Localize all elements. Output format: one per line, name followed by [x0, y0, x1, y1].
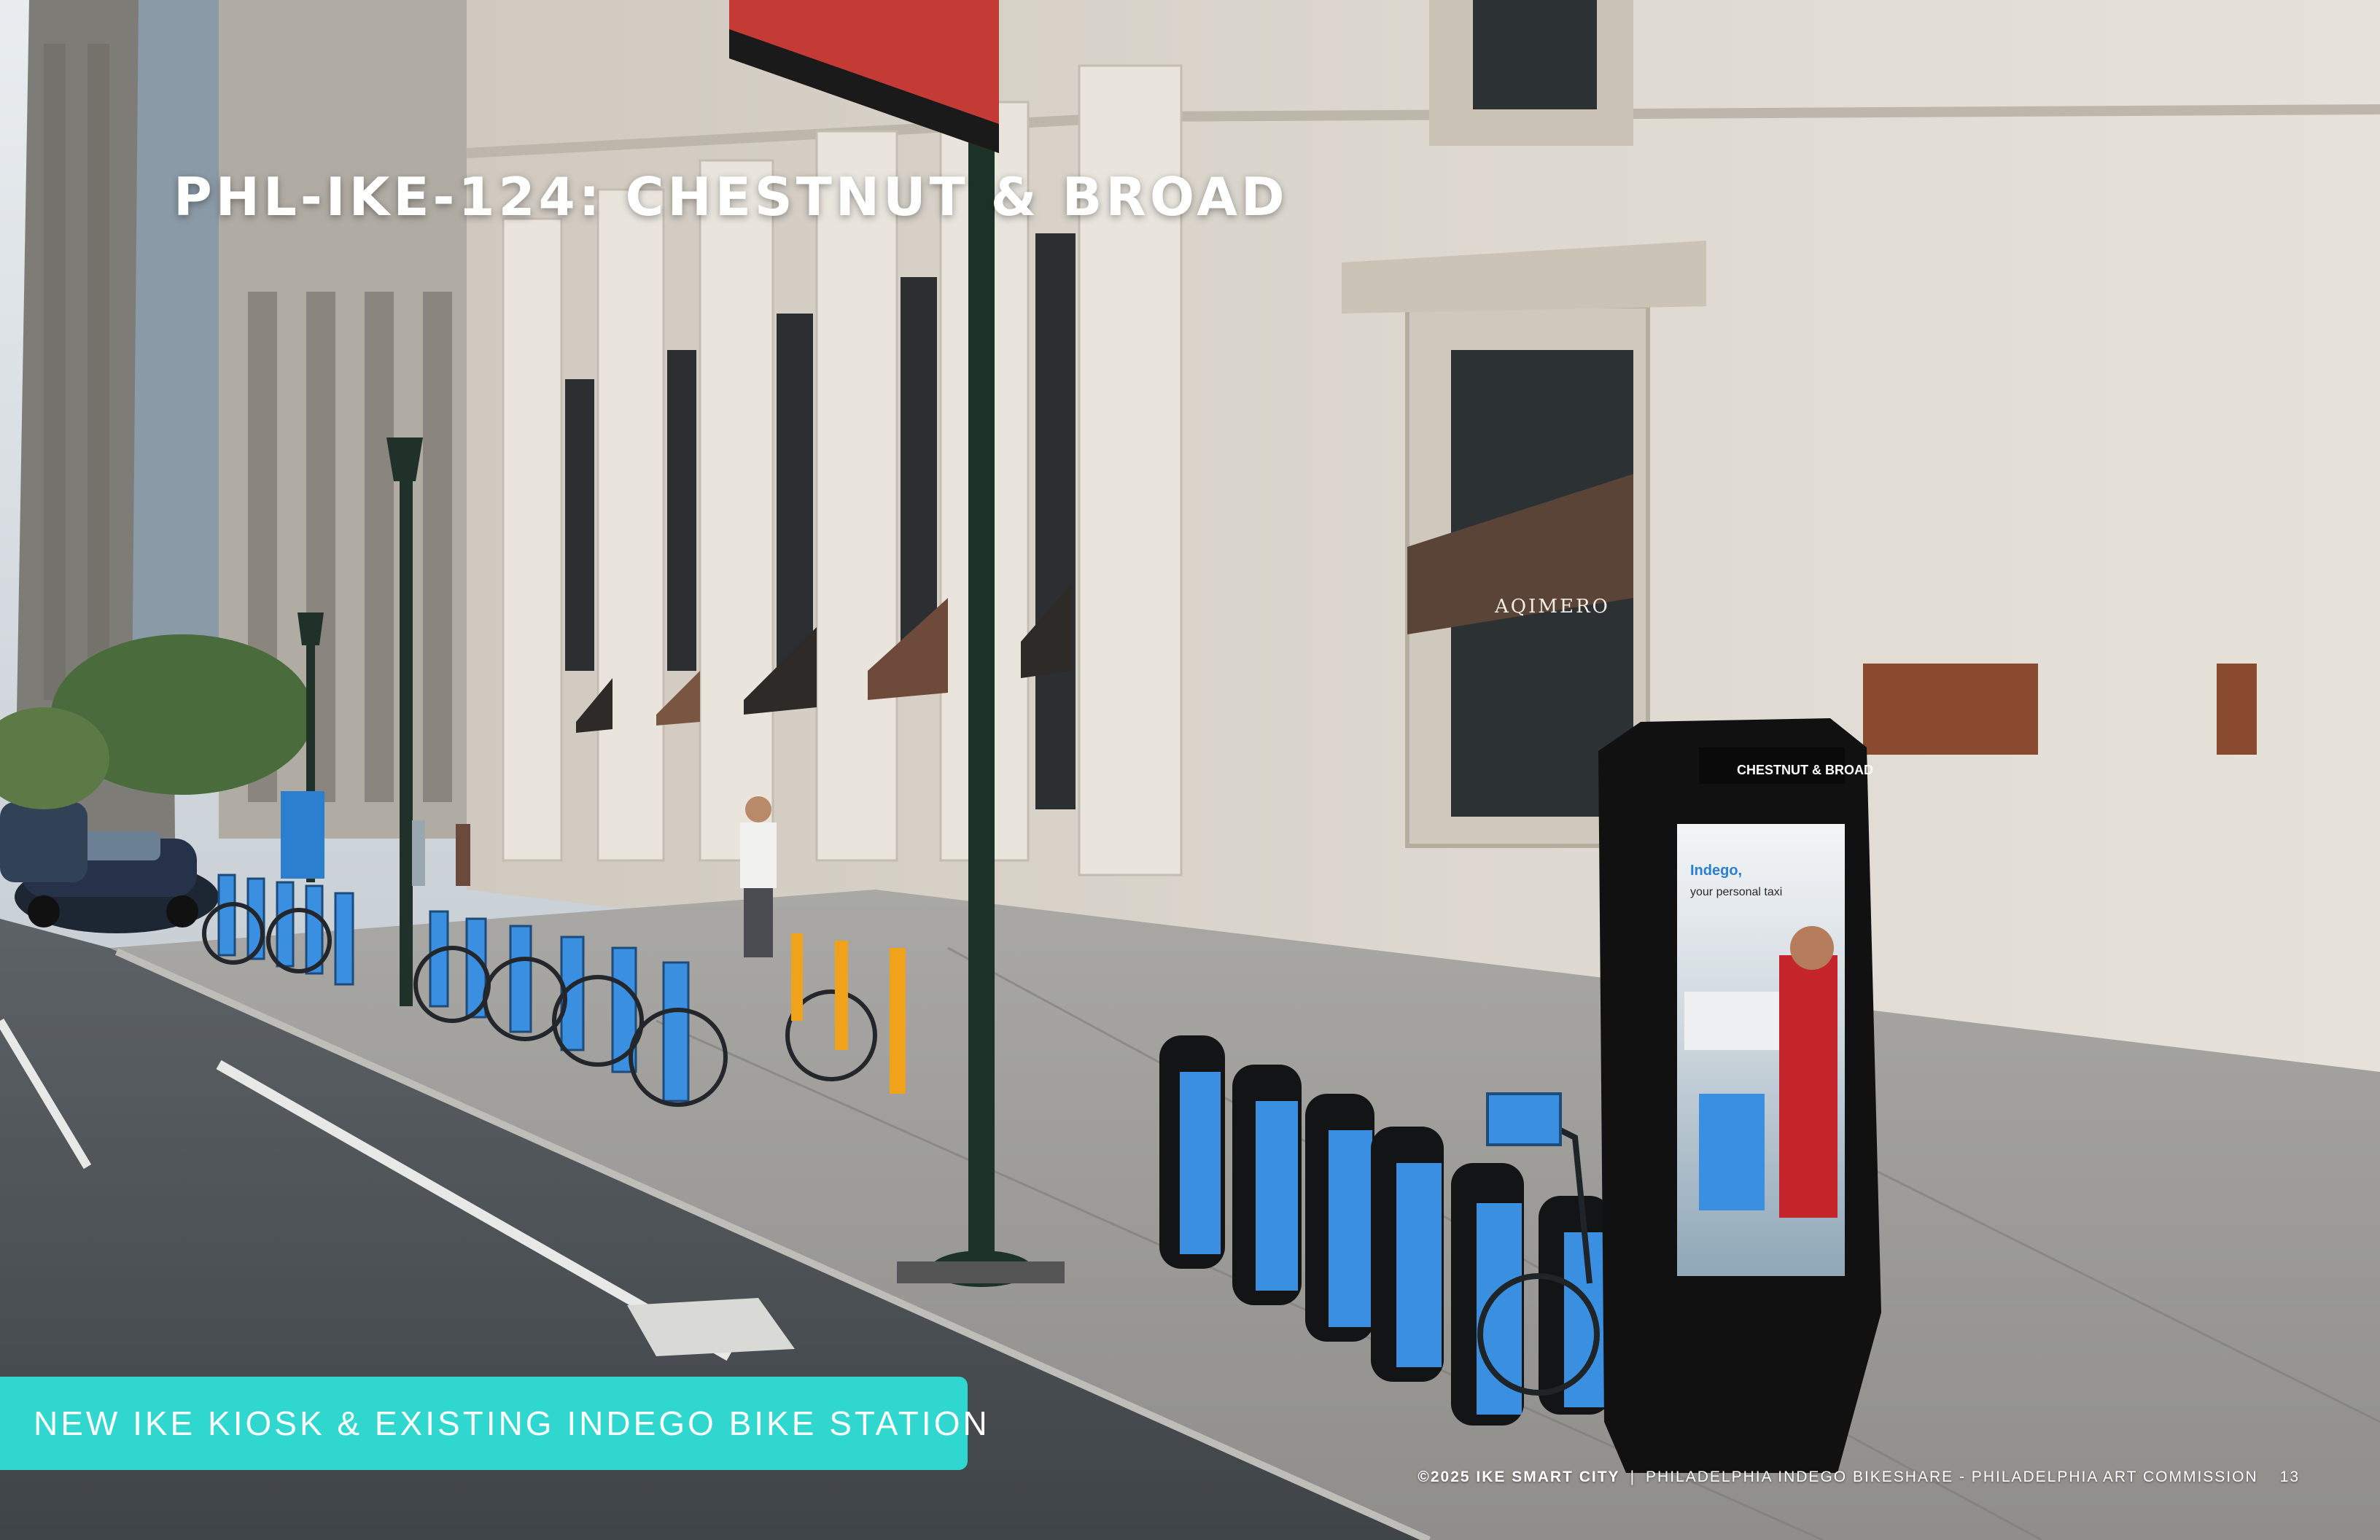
footer-text: PHILADELPHIA INDEGO BIKESHARE - PHILADEL…	[1646, 1469, 2258, 1485]
building-plaque	[2217, 664, 2257, 755]
svg-text:AQIMERO: AQIMERO	[1494, 596, 1610, 618]
caption-text: NEW IKE KIOSK & EXISTING INDEGO BIKE STA…	[34, 1404, 990, 1442]
column	[815, 130, 898, 862]
svg-text:Indego,: Indego,	[1690, 863, 1742, 879]
column	[699, 159, 774, 862]
ike-kiosk: CHESTNUT & BROAD Indego, your personal t…	[1598, 718, 1881, 1473]
street-photo: AQIMERO CHESTNUT & BROAD Indego, your pe…	[0, 0, 2380, 1540]
pedestrian	[456, 824, 470, 886]
slide-title: PHL-IKE-124: CHESTNUT & BROAD	[174, 166, 1288, 228]
column	[596, 188, 665, 862]
page-number: 13	[2279, 1469, 2300, 1485]
footer: ©2025 IKE SMART CITY | PHILADELPHIA INDEGO…	[1418, 1469, 2300, 1486]
bike-basket	[1486, 1092, 1562, 1146]
footer-brand: ©2025 IKE SMART CITY	[1418, 1469, 1620, 1485]
footer-separator: |	[1630, 1469, 1636, 1485]
pedestrian	[412, 820, 425, 886]
column	[502, 217, 563, 862]
svg-text:your personal taxi: your personal taxi	[1690, 886, 1782, 898]
svg-text:CHESTNUT & BROAD: CHESTNUT & BROAD	[1737, 763, 1873, 777]
building-plaque	[1863, 664, 2038, 755]
caption-banner: NEW IKE KIOSK & EXISTING INDEGO BIKE STA…	[0, 1377, 987, 1470]
